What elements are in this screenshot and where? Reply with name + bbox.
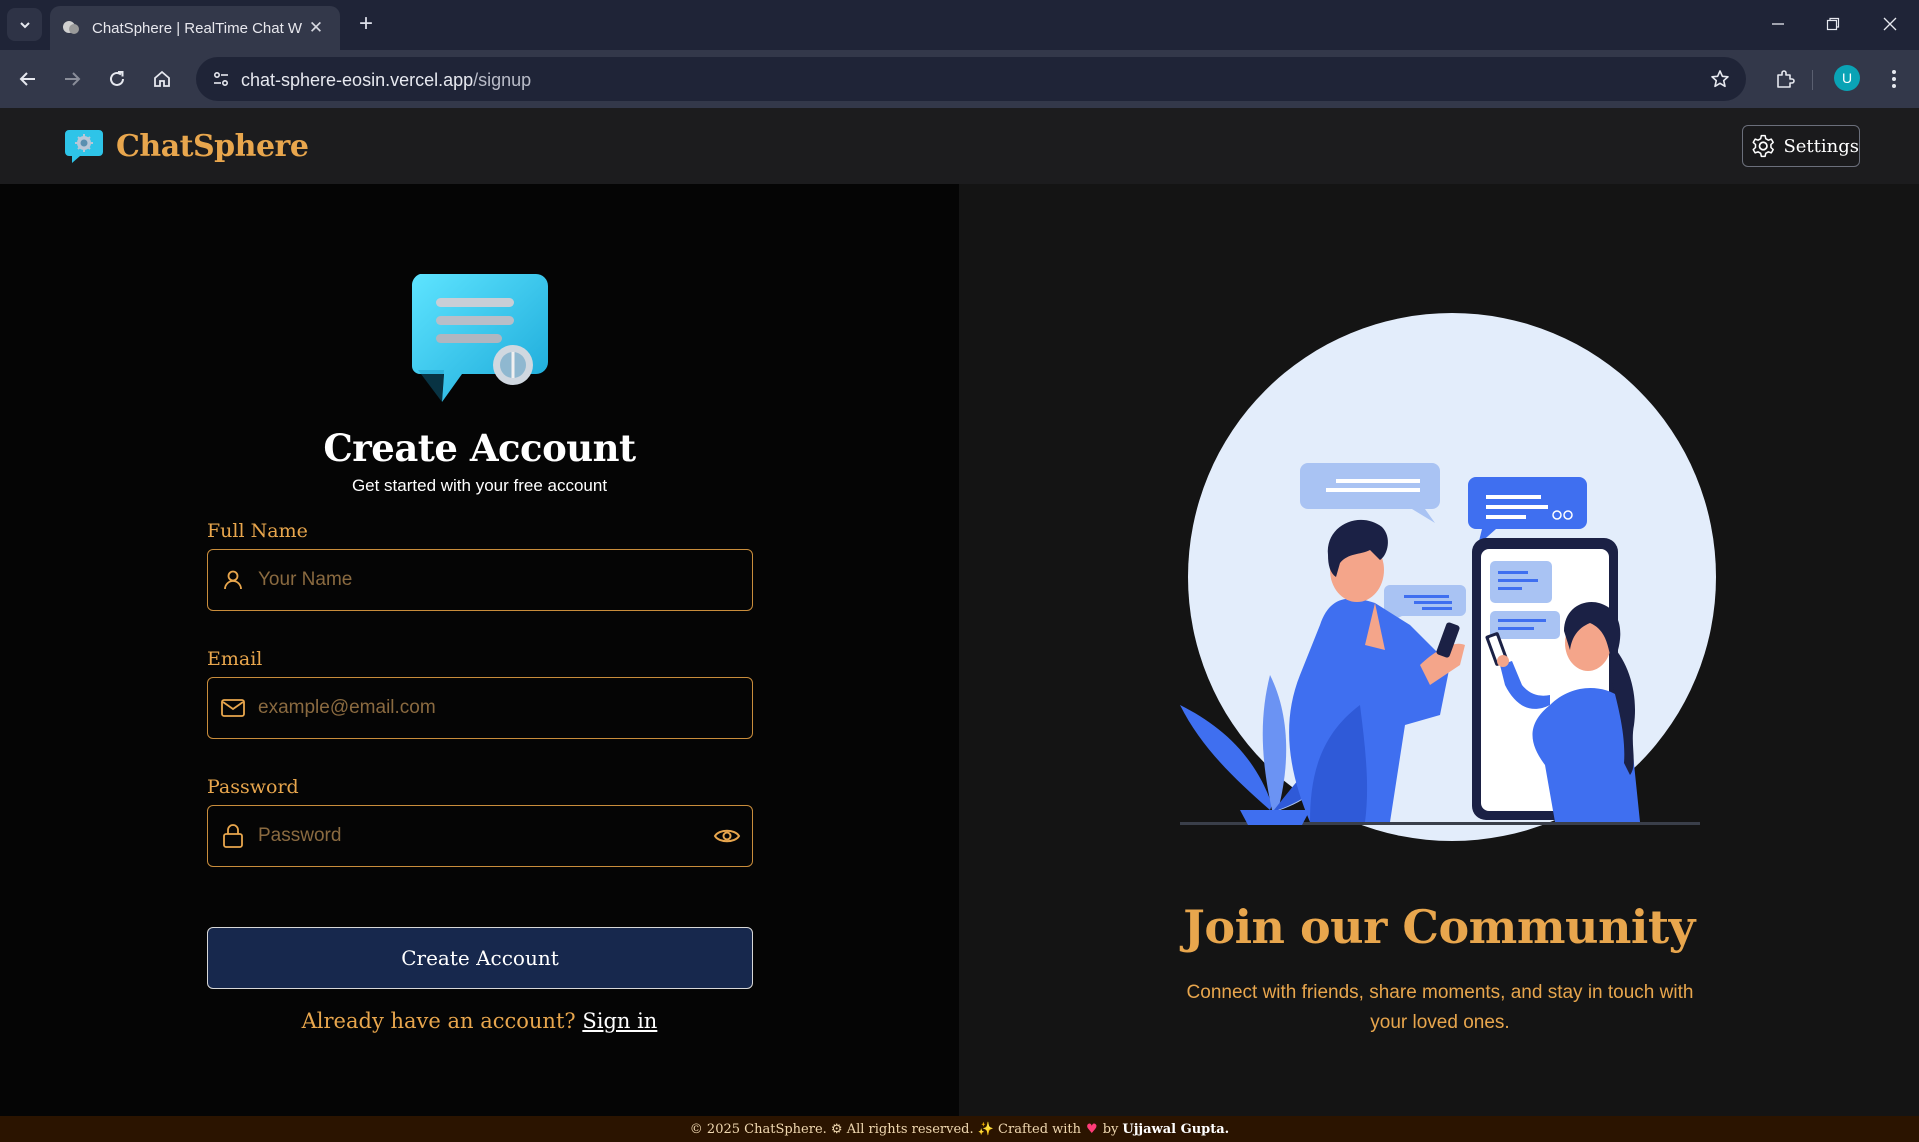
forward-button[interactable] [56,63,88,95]
signup-panel: Create Account Get started with your fre… [0,184,959,1116]
browser-menu-button[interactable] [1878,63,1910,95]
toolbar-divider [1812,70,1813,90]
footer-copyright: © 2025 ChatSphere. ⚙ All rights reserved… [689,1121,1082,1137]
back-button[interactable] [12,63,44,95]
email-label: Email [207,648,263,670]
brand[interactable]: ChatSphere [64,126,309,166]
minimize-button[interactable] [1756,8,1800,40]
password-label: Password [207,776,299,798]
password-field-wrapper [207,805,753,867]
create-account-button[interactable]: Create Account [207,927,753,989]
brand-name: ChatSphere [116,128,309,164]
back-icon [19,72,35,86]
full-name-label: Full Name [207,520,308,542]
restore-icon [1826,17,1840,31]
show-password-button[interactable] [712,822,742,850]
site-info-icon [213,71,229,87]
lock-icon [220,823,246,849]
tab-title: ChatSphere | RealTime Chat Wi [92,19,302,37]
full-name-field-wrapper [207,549,753,611]
close-window-button[interactable] [1868,8,1912,40]
mail-icon [220,695,246,721]
extensions-button[interactable] [1769,63,1801,95]
password-input[interactable] [258,806,698,865]
chat-logo-icon [65,130,103,163]
new-tab-button[interactable]: + [352,10,380,38]
community-illustration [1180,313,1716,841]
star-icon [1711,70,1729,88]
browser-tab-active[interactable]: ChatSphere | RealTime Chat Wi ✕ [50,6,340,50]
reload-icon [110,71,124,86]
url-text: chat-sphere-eosin.vercel.app/signup [241,70,531,91]
chevron-down-icon [19,21,30,28]
user-icon [220,567,246,593]
plus-icon: + [358,10,373,37]
profile-avatar[interactable]: U [1834,65,1860,91]
footer-by: by [1102,1121,1119,1137]
gear-icon [1752,134,1774,158]
community-title: Join our Community [1183,900,1695,954]
community-text: Connect with friends, share moments, and… [1186,982,1694,1033]
tab-search-button[interactable] [7,8,42,41]
close-icon [1883,17,1897,31]
app-header: ChatSphere Settings [0,108,1919,184]
minimize-icon [1772,23,1784,25]
address-bar[interactable]: chat-sphere-eosin.vercel.app/signup [196,57,1746,101]
forward-icon [65,72,81,86]
bookmark-button[interactable] [1708,67,1732,91]
extensions-icon [1777,70,1795,88]
form-subtitle: Get started with your free account [351,476,608,495]
email-field-wrapper [207,677,753,739]
signin-prompt-text: Already have an account? [301,1009,583,1033]
settings-label: Settings [1783,135,1859,157]
reload-button[interactable] [101,63,133,95]
heart-icon: ♥ [1086,1121,1098,1137]
chat-message-icon [411,274,548,402]
favicon-icon [63,21,79,34]
eye-icon [713,829,741,843]
url-path: /signup [473,70,532,90]
settings-button[interactable]: Settings [1742,125,1860,167]
signin-prompt: Already have an account? Sign in [0,1009,959,1033]
close-icon[interactable]: ✕ [306,18,326,38]
footer: © 2025 ChatSphere. ⚙ All rights reserved… [0,1116,1919,1142]
email-input[interactable] [258,678,698,737]
form-title: Create Account [323,426,636,470]
site-info-button[interactable] [206,64,236,94]
signin-link[interactable]: Sign in [582,1009,657,1033]
home-icon [154,70,170,87]
browser-tab-strip: ChatSphere | RealTime Chat Wi ✕ + [0,0,1919,50]
browser-toolbar: chat-sphere-eosin.vercel.app/signup U [0,50,1919,108]
kebab-icon [1892,70,1896,88]
url-host: chat-sphere-eosin.vercel.app [241,70,474,90]
restore-button[interactable] [1811,8,1855,40]
footer-author: Ujjawal Gupta. [1122,1121,1230,1137]
full-name-input[interactable] [258,550,698,609]
home-button[interactable] [146,63,178,95]
